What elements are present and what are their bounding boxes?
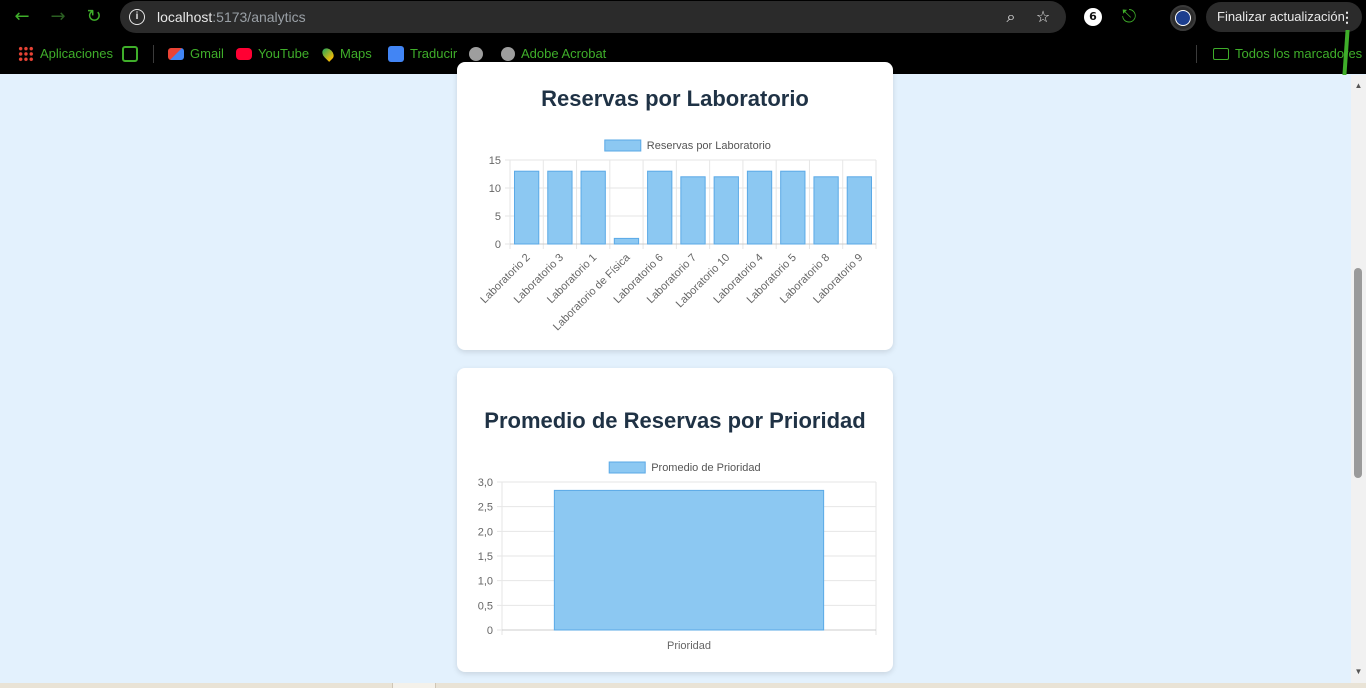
youtube-icon: [236, 48, 252, 60]
back-icon[interactable]: ←: [10, 5, 34, 29]
chart-card-prioridad: Promedio de Reservas por Prioridad Prome…: [457, 368, 893, 672]
bookmark-label: Adobe Acrobat: [521, 46, 607, 61]
bar[interactable]: [813, 176, 839, 245]
maps-icon: [320, 46, 336, 62]
gmail-icon: [168, 48, 184, 60]
chart-legend[interactable]: Reservas por Laboratorio: [604, 139, 771, 152]
browser-toolbar: ← → ↻ i localhost:5173/analytics ⌕ ☆ 6 ⎋…: [0, 0, 1366, 34]
bar[interactable]: [513, 170, 540, 245]
y-tick-label: 5: [495, 211, 501, 223]
extensions-puzzle-icon[interactable]: ⎋: [1118, 6, 1140, 28]
bookmark-all-folder[interactable]: Todos los marcadores: [1213, 46, 1362, 62]
scrollbar-thumb[interactable]: [1354, 268, 1362, 478]
folder-icon: [1213, 48, 1229, 60]
bookmark-maps[interactable]: Maps: [320, 46, 372, 62]
tab-groups-icon: [122, 46, 138, 62]
bar[interactable]: [647, 170, 673, 245]
bar[interactable]: [713, 176, 739, 245]
bookmark-youtube[interactable]: YouTube: [236, 46, 309, 62]
bar[interactable]: [580, 170, 606, 245]
bar[interactable]: [547, 170, 573, 245]
y-tick-label: 2,5: [478, 502, 493, 514]
chart-legend[interactable]: Promedio de Prioridad: [608, 461, 761, 474]
bookmark-translate[interactable]: Traducir: [388, 46, 457, 62]
legend-swatch: [608, 461, 646, 474]
bar-chart-prioridad: Promedio de Prioridad 0 0,5 1,0 1,5 2,0 2,5 3,0…: [478, 461, 877, 652]
bookmark-label: Traducir: [410, 46, 458, 61]
bookmark-label: YouTube: [258, 46, 310, 61]
bar[interactable]: [680, 176, 706, 245]
bookmark-gmail[interactable]: Gmail: [168, 46, 224, 62]
y-tick-label: 10: [489, 183, 501, 195]
y-tick-label: 15: [489, 155, 501, 167]
bookmark-globe[interactable]: [469, 46, 489, 62]
update-button-label: Finalizar actualización: [1217, 9, 1345, 24]
extension-badge-icon[interactable]: 6: [1084, 8, 1102, 26]
translate-icon: [388, 46, 404, 62]
apps-grid-icon: [18, 46, 34, 62]
site-info-icon[interactable]: i: [129, 9, 145, 25]
bar[interactable]: [553, 489, 825, 631]
taskbar-item: [392, 683, 436, 688]
y-tick-label: 0: [487, 625, 493, 637]
y-tick-label: 0: [495, 239, 501, 251]
legend-label: Promedio de Prioridad: [651, 462, 760, 474]
chelsea-crest-icon: [1175, 10, 1191, 26]
url-text[interactable]: localhost:5173/analytics: [157, 9, 306, 25]
y-tick-label: 1,5: [478, 551, 493, 563]
scroll-down-icon[interactable]: ▼: [1354, 667, 1363, 676]
address-bar[interactable]: i localhost:5173/analytics ⌕ ☆: [120, 1, 1066, 33]
bookmarks-separator: [153, 45, 154, 63]
bar[interactable]: [846, 176, 873, 245]
bar-chart-laboratorio: Reservas por Laboratorio051015Laboratori…: [478, 139, 877, 333]
bookmark-star-icon[interactable]: ☆: [1032, 6, 1054, 28]
y-tick-label: 1,0: [478, 576, 493, 588]
x-tick-label: Prioridad: [667, 640, 711, 652]
bookmark-adobe[interactable]: Adobe Acrobat: [501, 46, 606, 62]
legend-swatch: [604, 139, 642, 152]
forward-icon[interactable]: →: [46, 5, 70, 29]
y-tick-label: 3,0: [478, 477, 493, 489]
y-tick-label: 0,5: [478, 600, 493, 612]
chart-card-laboratorio: Reservas por Laboratorio Reservas por La…: [457, 62, 893, 350]
url-host: localhost: [157, 9, 213, 25]
menu-dots-icon[interactable]: ⋮: [1340, 2, 1354, 32]
url-path: :5173/analytics: [212, 9, 306, 25]
y-tick-label: 2,0: [478, 526, 493, 538]
globe-icon: [501, 47, 515, 61]
bar[interactable]: [780, 170, 806, 245]
legend-label: Reservas por Laboratorio: [647, 140, 771, 152]
zoom-icon[interactable]: ⌕: [1000, 6, 1022, 28]
bookmark-label: Aplicaciones: [40, 46, 113, 61]
taskbar-edge: [0, 683, 1366, 688]
update-button[interactable]: Finalizar actualización ⋮: [1206, 2, 1362, 32]
globe-icon: [469, 47, 483, 61]
bookmark-label: Maps: [340, 46, 372, 61]
bookmarks-separator: [1196, 45, 1197, 63]
bookmark-label: Gmail: [190, 46, 224, 61]
bar[interactable]: [613, 237, 640, 245]
scroll-up-icon[interactable]: ▲: [1354, 81, 1363, 90]
bar[interactable]: [746, 170, 773, 245]
profile-avatar[interactable]: [1170, 5, 1196, 31]
bookmark-apps[interactable]: Aplicaciones: [18, 46, 113, 62]
reload-icon[interactable]: ↻: [82, 5, 106, 29]
bookmark-grid[interactable]: [122, 46, 144, 62]
